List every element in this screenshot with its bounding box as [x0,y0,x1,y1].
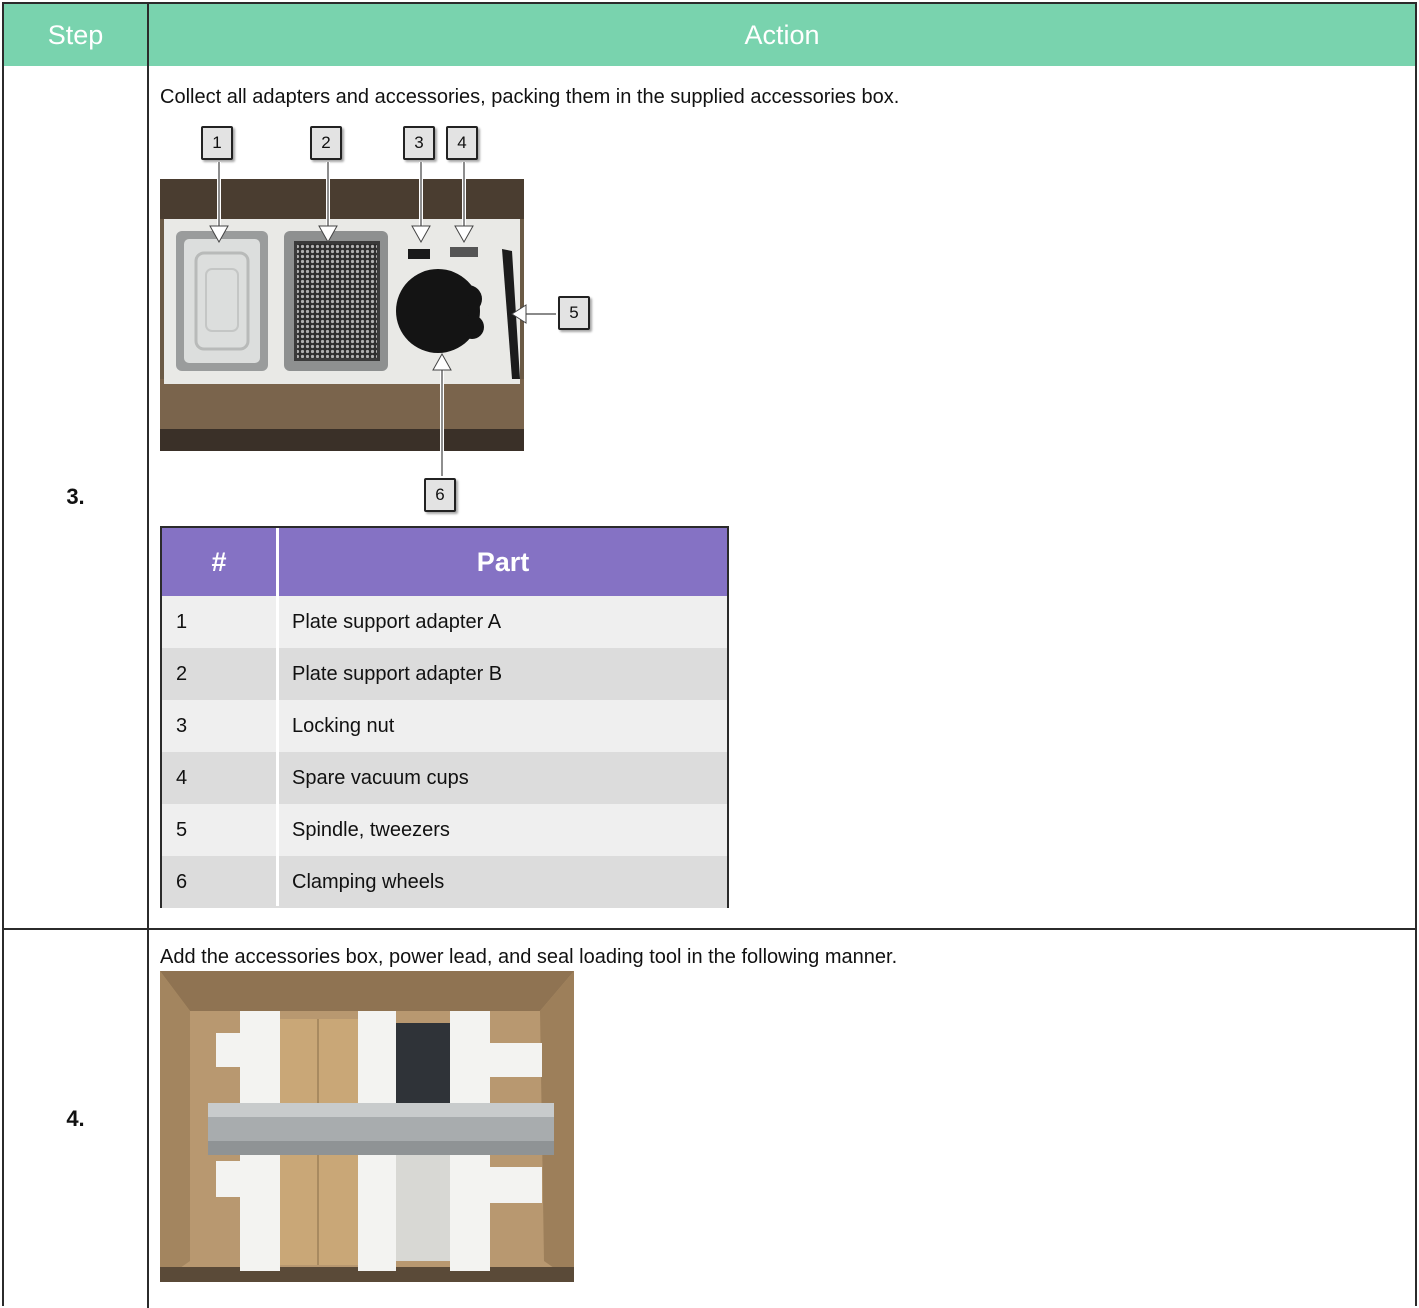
part-name: Spindle, tweezers [292,818,450,841]
part-number: 3 [176,714,188,737]
row-divider [4,928,1415,930]
table-row: 4 Spare vacuum cups [162,752,727,804]
callout-2: 2 [310,126,342,160]
part-number: 6 [176,870,188,893]
part-number: 4 [176,766,188,789]
part-number: 5 [176,818,188,841]
step-4-instruction: Add the accessories box, power lead, and… [160,946,898,968]
callout-1: 1 [201,126,233,160]
parts-table: # Part 1 Plate support adapter A 2 Plate… [160,526,729,908]
table-row: 5 Spindle, tweezers [162,804,727,856]
parts-column-divider [276,528,279,906]
table-header: Step Action [4,4,1415,66]
part-name: Spare vacuum cups [292,766,469,789]
part-name: Plate support adapter B [292,662,503,685]
parts-header-num: # [211,546,227,577]
table-row: 1 Plate support adapter A [162,596,727,648]
part-name: Locking nut [292,714,395,737]
step-number-3: 3. [66,484,85,509]
part-name: Clamping wheels [292,870,445,893]
header-action: Action [744,19,820,50]
callout-3: 3 [403,126,435,160]
part-name: Plate support adapter A [292,610,502,633]
parts-table-header: # Part [162,528,727,596]
callout-6: 6 [424,478,456,512]
header-step: Step [47,19,104,50]
callout-4: 4 [446,126,478,160]
callout-5: 5 [558,296,590,330]
part-number: 2 [176,662,188,685]
step-number-4: 4. [66,1106,85,1131]
part-number: 1 [176,610,188,633]
accessories-box-photo [160,179,524,451]
parts-header-part: Part [476,546,530,577]
table-row: 2 Plate support adapter B [162,648,727,700]
table-row: 3 Locking nut [162,700,727,752]
step-3-instruction: Collect all adapters and accessories, pa… [160,86,900,108]
packed-box-photo [160,971,574,1282]
column-divider [147,66,149,1308]
table-row: 6 Clamping wheels [162,856,727,908]
